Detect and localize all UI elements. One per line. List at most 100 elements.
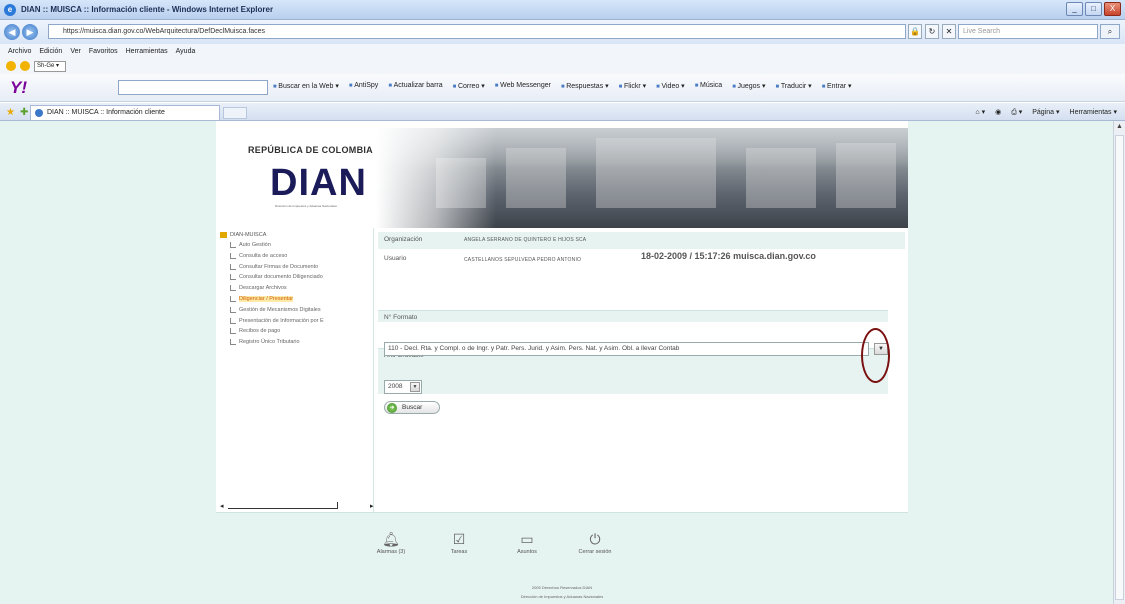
yahoo-btn-buscar[interactable]: Buscar en la Web ▾ <box>273 82 339 90</box>
footer-alarmas[interactable]: 🔔︎ Alarmas (3) <box>371 531 411 555</box>
menu-archivo[interactable]: Archivo <box>8 48 31 55</box>
back-button[interactable]: ◀ <box>4 24 20 40</box>
footer-tareas[interactable]: ☑ Tareas <box>439 531 479 555</box>
window-controls: _ □ X <box>1066 2 1121 16</box>
menu-ayuda[interactable]: Ayuda <box>176 48 196 55</box>
add-favorite-icon[interactable]: ✚ <box>20 107 28 118</box>
minimize-button[interactable]: _ <box>1066 2 1083 16</box>
yahoo-btn-entrar[interactable]: Entrar ▾ <box>822 82 852 90</box>
yahoo-btn-traducir[interactable]: Traducir ▾ <box>776 82 812 90</box>
favorites-star-icon[interactable]: ★ <box>6 107 15 118</box>
maximize-button[interactable]: □ <box>1085 2 1102 16</box>
nav-item-diligenciar-presentar[interactable]: Diligenciar / Presentar <box>230 295 324 307</box>
scroll-left-icon[interactable]: ◂ <box>220 502 224 510</box>
nav-horizontal-scrollbar[interactable]: ◂ ▸ <box>216 502 374 512</box>
toolbar-select[interactable]: Sh-Ge ▾ <box>34 60 66 72</box>
close-button[interactable]: X <box>1104 2 1121 16</box>
yahoo-btn-correo[interactable]: Correo ▾ <box>453 82 485 90</box>
footer-actions: 🔔︎ Alarmas (3) ☑ Tareas ▭ Asuntos ⏻ Cerr… <box>371 531 615 555</box>
small-toolbar: Sh-Ge ▾ <box>0 58 1125 74</box>
user-label: Usuario <box>384 255 407 262</box>
page-vertical-scrollbar[interactable]: ▲ <box>1113 121 1125 604</box>
yahoo-btn-video[interactable]: Video ▾ <box>656 82 684 90</box>
republica-heading: REPÚBLICA DE COLOMBIA <box>248 145 373 155</box>
addon-icon-2[interactable] <box>20 61 30 71</box>
dian-logo-subtitle: Dirección de Impuestos y Aduanas Naciona… <box>275 204 337 208</box>
yahoo-toolbar: Y! Buscar en la Web ▾ AntiSpy Actualizar… <box>0 74 1125 102</box>
year-field-bar <box>378 360 888 394</box>
nav-item-descargar-archivos[interactable]: Descargar Archivos <box>230 285 324 296</box>
yahoo-btn-juegos[interactable]: Juegos ▾ <box>732 82 765 90</box>
scroll-right-icon[interactable]: ▸ <box>370 502 374 510</box>
page-footer: 🔔︎ Alarmas (3) ☑ Tareas ▭ Asuntos ⏻ Cerr… <box>216 512 908 604</box>
web-search-input[interactable]: Live Search <box>958 24 1098 39</box>
year-dropdown-arrow[interactable]: ▼ <box>410 382 420 392</box>
lock-icon[interactable]: 🔒 <box>908 24 922 39</box>
dian-logo-text: DIAN <box>270 162 367 204</box>
address-input[interactable]: https://muisca.dian.gov.co/WebArquitectu… <box>48 24 906 39</box>
organization-label: Organización <box>384 236 423 243</box>
bell-icon: 🔔︎ <box>382 531 400 547</box>
search-go-icon[interactable]: ⌕ <box>1100 24 1120 39</box>
window-titlebar: e DIAN :: MUISCA :: Información cliente … <box>0 0 1125 20</box>
nav-list: Auto Gestión Consulta de acceso Consulta… <box>230 242 324 350</box>
scroll-up-icon[interactable]: ▲ <box>1115 123 1124 132</box>
yahoo-btn-musica[interactable]: Música <box>695 82 722 90</box>
menu-favoritos[interactable]: Favoritos <box>89 48 118 55</box>
yahoo-logo[interactable]: Y! <box>10 78 27 98</box>
yahoo-btn-messenger[interactable]: Web Messenger <box>495 82 551 90</box>
session-timestamp: 18-02-2009 / 15:17:26 muisca.dian.gov.co <box>641 251 816 261</box>
nav-item-recibos-pago[interactable]: Recibos de pago <box>230 328 324 339</box>
menu-herramientas[interactable]: Herramientas <box>126 48 168 55</box>
nav-root[interactable]: DIAN-MUISCA <box>220 232 266 238</box>
nav-item-consultar-firmas[interactable]: Consultar Firmas de Documento <box>230 263 324 275</box>
page-menu[interactable]: Página ▾ <box>1032 108 1059 117</box>
menu-bar: Archivo Edición Ver Favoritos Herramient… <box>0 44 1125 58</box>
yahoo-btn-flickr[interactable]: Flickr ▾ <box>619 82 646 90</box>
yahoo-btn-respuestas[interactable]: Respuestas ▾ <box>561 82 608 90</box>
year-select[interactable]: 2008 ▼ <box>384 380 422 394</box>
footer-asuntos[interactable]: ▭ Asuntos <box>507 531 547 555</box>
main-panel: Organización ANGELA SERRANO DE QUINTERO … <box>375 228 908 518</box>
nav-item-rut[interactable]: Registro Único Tributario <box>230 339 324 350</box>
menu-ver[interactable]: Ver <box>70 48 81 55</box>
yahoo-buttons: Buscar en la Web ▾ AntiSpy Actualizar ba… <box>273 82 852 90</box>
forward-button[interactable]: ▶ <box>22 24 38 40</box>
power-icon: ⏻ <box>589 531 601 547</box>
scroll-thumb[interactable] <box>1115 135 1124 600</box>
agency-text: Dirección de Impuestos y Aduanas Naciona… <box>520 594 604 599</box>
feeds-icon[interactable]: ◉ <box>995 108 1001 117</box>
yahoo-btn-actualizar[interactable]: Actualizar barra <box>388 82 443 90</box>
yahoo-btn-antispy[interactable]: AntiSpy <box>349 82 378 90</box>
addon-icon[interactable] <box>6 61 16 71</box>
ie-logo-icon: e <box>4 3 16 16</box>
tab-dian-muisca[interactable]: DIAN :: MUISCA :: Información cliente <box>30 105 220 120</box>
nav-item-auto-gestion[interactable]: Auto Gestión <box>230 242 324 253</box>
menu-edicion[interactable]: Edición <box>39 48 62 55</box>
format-select[interactable]: 110 - Decl. Rta. y Compl. o de Ingr. y P… <box>384 342 869 356</box>
nav-item-mecanismos-digitales[interactable]: Gestión de Mecanismos Digitales <box>230 306 324 318</box>
nav-item-presentacion-informacion[interactable]: Presentación de Información por E <box>230 317 324 329</box>
buscar-button[interactable]: ➜ Buscar <box>384 401 440 414</box>
footer-cerrar-sesion[interactable]: ⏻ Cerrar sesión <box>575 531 615 555</box>
refresh-icon[interactable]: ↻ <box>925 24 939 39</box>
tab-bar: ★ ✚ DIAN :: MUISCA :: Información client… <box>0 103 1125 121</box>
command-bar: ⌂ ▾ ◉ ⎙ ▾ Página ▾ Herramientas ▾ <box>975 108 1117 117</box>
stop-icon[interactable]: ✕ <box>942 24 956 39</box>
new-tab-button[interactable] <box>223 107 247 119</box>
go-icon: ➜ <box>387 403 397 413</box>
address-actions: 🔒 ↻ ✕ <box>908 24 956 39</box>
page-margin-right <box>908 121 1113 604</box>
address-toolbar: ◀ ▶ https://muisca.dian.gov.co/WebArquit… <box>0 20 1125 44</box>
annotation-circle <box>861 328 890 383</box>
home-icon[interactable]: ⌂ ▾ <box>975 108 985 117</box>
tools-menu[interactable]: Herramientas ▾ <box>1070 108 1117 117</box>
user-value: CASTELLANOS SEPULVEDA PEDRO ANTONIO <box>464 257 582 263</box>
yahoo-search-input[interactable] <box>118 80 268 95</box>
tasks-icon: ☑ <box>452 531 466 547</box>
tareas-label: Tareas <box>450 549 468 555</box>
organization-value: ANGELA SERRANO DE QUINTERO E HIJOS SCA <box>464 237 587 243</box>
nav-item-consultar-documento[interactable]: Consultar documento Diligenciado <box>230 274 324 285</box>
print-icon[interactable]: ⎙ ▾ <box>1011 108 1022 117</box>
nav-item-consulta-acceso[interactable]: Consulta de acceso <box>230 252 324 264</box>
